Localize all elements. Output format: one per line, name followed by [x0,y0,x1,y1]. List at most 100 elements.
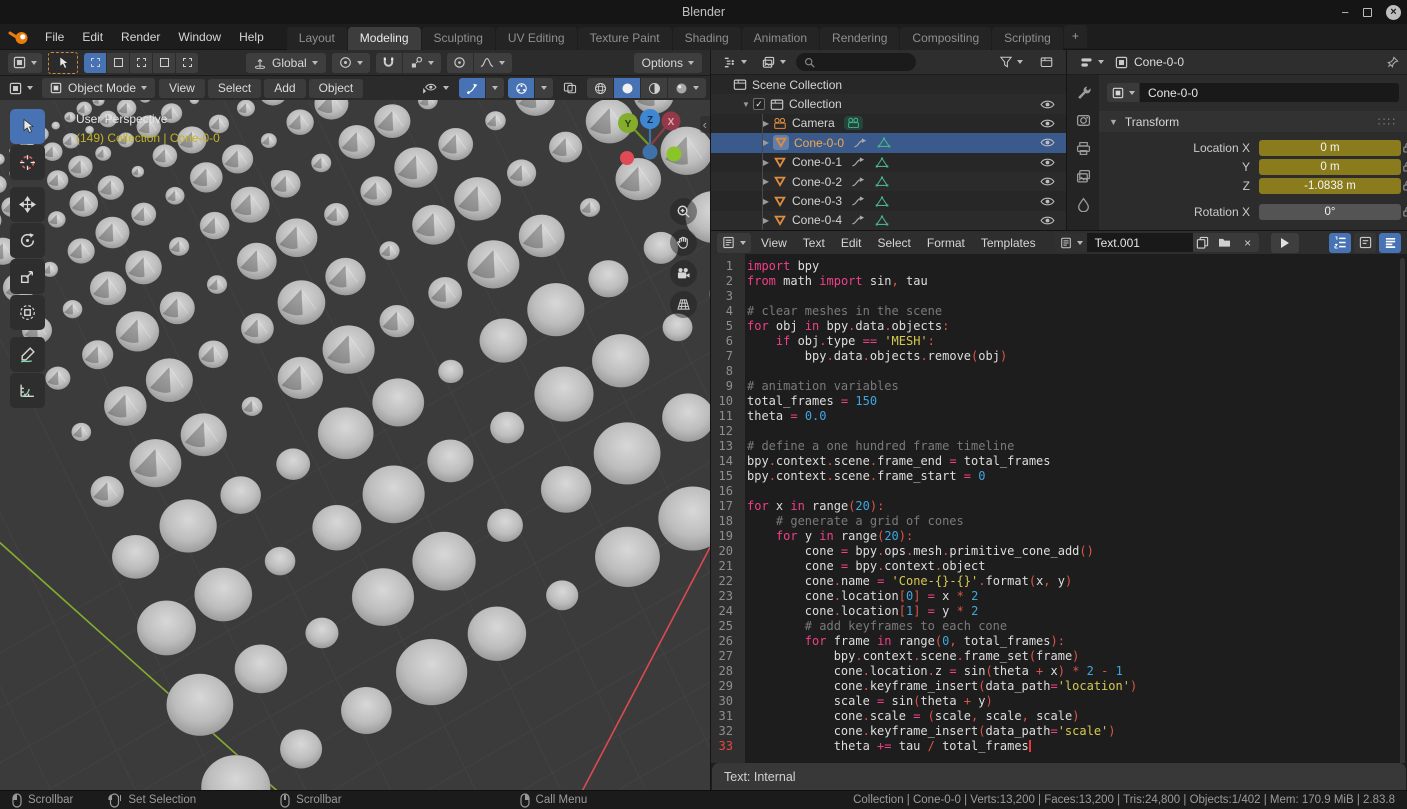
tool-transform-button[interactable] [10,295,45,330]
minimize-button[interactable]: − [1341,5,1349,20]
code-line[interactable]: 18 # generate a grid of cones [711,514,1407,529]
shading-wireframe-button[interactable] [587,78,613,98]
unlink-text-button[interactable]: × [1237,233,1259,252]
code-line[interactable]: 10total_frames = 150 [711,394,1407,409]
editor-type-button[interactable] [8,53,42,73]
select-mode-invert-button[interactable] [153,53,175,73]
viewport-3d[interactable]: Object Mode ViewSelectAddObject [0,76,710,790]
animation-icon[interactable] [853,137,868,149]
show-overlays-toggle[interactable] [508,78,534,98]
text-editor-scrollbar[interactable] [1400,258,1405,763]
shading-material-button[interactable] [641,78,667,98]
proportional-falloff-dropdown[interactable] [474,53,512,73]
panel-grip-icon[interactable]: ∷∷ [1378,115,1397,129]
select-mode-subtract-button[interactable] [130,53,152,73]
outliner-search-input[interactable] [796,53,916,71]
code-line[interactable]: 19 for y in range(20): [711,529,1407,544]
pin-icon[interactable] [1386,56,1399,69]
shading-rendered-button[interactable] [668,78,706,98]
gizmo-z-negative[interactable] [643,145,658,160]
mesh-data-icon[interactable] [875,175,889,188]
transform-value-field[interactable]: 0 m [1259,159,1401,175]
visibility-eye-icon[interactable] [1040,215,1055,226]
animation-icon[interactable] [851,214,866,226]
outliner-row-camera[interactable]: ▶Camera [711,114,1066,133]
maximize-button[interactable] [1363,8,1372,17]
transform-value-field[interactable]: -1.0838 m [1259,178,1401,194]
viewport-canvas[interactable] [0,100,710,790]
outliner-row-cone-0-3[interactable]: ▶Cone-0-3 [711,191,1066,210]
visibility-eye-icon[interactable] [1040,137,1055,148]
mesh-data-icon[interactable] [877,136,891,149]
active-tool-button[interactable] [48,52,78,74]
tab-compositing[interactable]: Compositing [900,27,991,50]
tool-move-button[interactable] [10,187,45,222]
tool-select-box-button[interactable] [10,109,45,144]
code-area[interactable]: 1import bpy2from math import sin, tau34#… [711,254,1407,763]
tab-texture-paint[interactable]: Texture Paint [578,27,672,50]
code-line[interactable]: 29 cone.keyframe_insert(data_path='locat… [711,679,1407,694]
transform-panel-header[interactable]: ▼ Transform ∷∷ [1099,111,1407,132]
disclosure-icon[interactable]: ▼ [739,100,753,109]
text-menu-select[interactable]: Select [870,236,919,250]
options-dropdown[interactable]: Options [634,53,702,73]
tool-annotate-button[interactable] [10,337,45,372]
camera-data-icon[interactable] [844,116,863,130]
viewport-menu-add[interactable]: Add [264,79,305,98]
run-script-button[interactable] [1271,233,1299,253]
visibility-eye-icon[interactable] [1040,176,1055,187]
code-line[interactable]: 7 bpy.data.objects.remove(obj) [711,349,1407,364]
outliner-display-mode-button[interactable] [757,52,791,72]
tab-uv-editing[interactable]: UV Editing [496,27,577,50]
add-workspace-button[interactable]: + [1064,25,1087,48]
viewport-menu-select[interactable]: Select [208,79,261,98]
snap-toggle-button[interactable] [376,53,402,73]
outliner-row-collection[interactable]: ▼✓Collection [711,94,1066,113]
outliner-editor-type-button[interactable] [718,52,752,72]
code-line[interactable]: 14bpy.context.scene.frame_end = total_fr… [711,454,1407,469]
visibility-dropdown[interactable] [415,78,455,98]
select-mode-intersect-button[interactable] [176,53,198,73]
transform-value-field[interactable]: 0 m [1259,140,1401,156]
text-editor-type-button[interactable] [717,233,751,253]
code-line[interactable]: 20 cone = bpy.ops.mesh.primitive_cone_ad… [711,544,1407,559]
menu-window[interactable]: Window [169,30,230,44]
gizmo-x-negative[interactable] [620,151,634,165]
navigation-gizmo[interactable]: Y Z X [606,108,692,174]
outliner-row-cone-0-2[interactable]: ▶Cone-0-2 [711,172,1066,191]
xray-toggle[interactable] [557,78,583,98]
code-line[interactable]: 4# clear meshes in the scene [711,304,1407,319]
code-line[interactable]: 15bpy.context.scene.frame_start = 0 [711,469,1407,484]
properties-tab-scene[interactable] [1076,197,1091,212]
word-wrap-toggle[interactable] [1354,233,1376,253]
properties-tab-tool[interactable] [1076,85,1091,100]
camera-view-button[interactable] [670,260,697,287]
tool-rotate-button[interactable] [10,223,45,258]
show-gizmo-toggle[interactable] [459,78,485,98]
tool-scale-button[interactable] [10,259,45,294]
tab-sculpting[interactable]: Sculpting [422,27,495,50]
code-line[interactable]: 27 bpy.context.scene.frame_set(frame) [711,649,1407,664]
close-button[interactable]: × [1386,5,1401,20]
text-menu-templates[interactable]: Templates [973,236,1044,250]
text-menu-view[interactable]: View [753,236,795,250]
tab-scripting[interactable]: Scripting [992,27,1063,50]
tab-animation[interactable]: Animation [742,27,819,50]
code-line[interactable]: 8 [711,364,1407,379]
object-name-field[interactable]: Cone-0-0 [1140,83,1399,102]
overlays-dropdown[interactable] [535,78,553,98]
code-line[interactable]: 31 cone.scale = (scale, scale, scale) [711,709,1407,724]
code-line[interactable]: 3 [711,289,1407,304]
pan-button[interactable] [670,229,697,256]
transform-value-field[interactable]: 0° [1259,204,1401,220]
sidebar-toggle-arrow[interactable]: ‹ [700,116,710,133]
code-line[interactable]: 6 if obj.type == 'MESH': [711,334,1407,349]
open-text-button[interactable] [1213,233,1237,252]
mode-dropdown[interactable]: Object Mode [42,78,155,98]
tab-layout[interactable]: Layout [287,27,347,50]
new-collection-button[interactable] [1033,52,1059,72]
properties-editor-type-button[interactable] [1075,52,1109,72]
lock-icon[interactable] [1401,160,1407,173]
text-datablock-name-field[interactable]: Text.001 [1087,233,1193,252]
visibility-eye-icon[interactable] [1040,99,1055,110]
